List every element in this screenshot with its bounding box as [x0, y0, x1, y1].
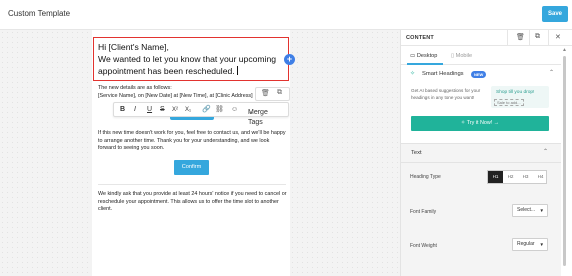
tab-desktop[interactable]: ▭ Desktop [410, 53, 437, 59]
selected-text-block[interactable]: Hi [Client's Name], We wanted to let you… [93, 37, 289, 81]
hidden-button-edge [170, 117, 214, 120]
caret-down-icon: ▼ [539, 208, 544, 213]
section-divider [401, 162, 561, 163]
top-header: Custom Template Save [0, 0, 572, 30]
trash-icon[interactable]: 🗑 [516, 33, 525, 41]
heading-type-selector: H1 H2 H3 H4 [487, 170, 547, 184]
block-actions: 🗑 ⧉ [255, 87, 290, 101]
format-toolbar: B I U S X² X₁ 🔗 ⛓ ☺ Merge Tags ⌄ [113, 102, 289, 126]
details-values: [Service Name], on [New Date] at [New Ti… [98, 92, 253, 99]
heading-type-label: Heading Type [410, 174, 441, 180]
chevron-up-icon[interactable]: ⌃ [543, 148, 548, 155]
heading-h3-option[interactable]: H3 [518, 171, 533, 183]
font-family-label: Font Family [410, 209, 437, 215]
unlink-icon[interactable]: ⛓ [215, 105, 224, 115]
body-paragraph[interactable]: If this new time doesn't work for you, f… [98, 130, 288, 153]
illustration-subtext: Sale to add... [494, 99, 524, 106]
superscript-button[interactable]: X² [172, 105, 178, 115]
duplicate-icon[interactable]: ⧉ [535, 33, 540, 41]
font-weight-value: Regular [517, 241, 535, 247]
font-family-select[interactable]: Select... ▼ [512, 204, 548, 217]
new-badge: NEW [471, 71, 487, 78]
details-block[interactable]: The new details are as follows: [Service… [98, 85, 258, 100]
notice-paragraph[interactable]: We kindly ask that you provide at least … [98, 191, 288, 214]
delete-icon[interactable]: 🗑 [261, 89, 270, 97]
tab-mobile-label: Mobile [455, 53, 473, 59]
smart-headings-title: Smart Headings [422, 71, 464, 77]
panel-title: CONTENT [406, 35, 434, 41]
details-intro: The new details are as follows: [98, 85, 172, 91]
font-family-value: Select... [517, 207, 536, 213]
close-icon[interactable]: ✕ [555, 33, 561, 41]
text-cursor [236, 66, 238, 75]
try-it-now-button[interactable]: ✧ Try it Now! → [411, 116, 549, 131]
chevron-down-icon: ⌄ [248, 109, 254, 116]
scroll-thumb[interactable] [563, 56, 566, 266]
scroll-up-icon[interactable]: ▲ [562, 47, 567, 53]
text-section-title: Text [411, 150, 422, 156]
font-weight-select[interactable]: Regular ▼ [512, 238, 548, 251]
bold-button[interactable]: B [120, 105, 125, 115]
monitor-icon: ▭ [410, 53, 416, 59]
chevron-up-icon[interactable]: ⌃ [549, 69, 554, 76]
active-tab-indicator [407, 63, 443, 65]
smart-headings-description: Get AI based suggestions for your headin… [411, 88, 481, 100]
duplicate-icon[interactable]: ⧉ [277, 89, 282, 97]
smart-headings-illustration: Shop till you drop! Sale to add... [491, 86, 549, 108]
tab-desktop-label: Desktop [416, 53, 438, 59]
underline-button[interactable]: U [147, 105, 152, 115]
heading-h1-option[interactable]: H1 [488, 171, 503, 183]
header-divider [507, 30, 508, 46]
heading-h4-option[interactable]: H4 [533, 171, 548, 183]
smart-headings-header[interactable]: ✧ Smart Headings NEW ⌃ [406, 68, 556, 82]
try-it-now-label: Try it Now! [466, 120, 493, 126]
header-divider [548, 30, 549, 46]
panel-header: CONTENT 🗑 ⧉ ✕ [401, 30, 572, 46]
greeting-message-text[interactable]: We wanted to let you know that your upco… [98, 54, 276, 76]
font-weight-label: Font Weight [410, 243, 437, 249]
header-divider [529, 30, 530, 46]
italic-button[interactable]: I [134, 105, 136, 115]
heading-h2-option[interactable]: H2 [503, 171, 518, 183]
emoji-icon[interactable]: ☺ [231, 105, 238, 115]
phone-icon: ▯ [451, 53, 455, 59]
tab-mobile[interactable]: ▯ Mobile [451, 53, 472, 59]
ai-sparkle-icon: ✧ [460, 120, 466, 126]
link-icon[interactable]: 🔗 [202, 105, 211, 115]
confirm-button[interactable]: Confirm [174, 160, 209, 175]
panel-scrollbar[interactable]: ▲ [561, 46, 567, 276]
greeting-message[interactable]: We wanted to let you know that your upco… [98, 53, 284, 77]
ai-sparkle-icon: ✧ [410, 71, 416, 77]
subscript-button[interactable]: X₁ [185, 105, 191, 115]
strikethrough-button[interactable]: S [160, 105, 165, 115]
greeting-line[interactable]: Hi [Client's Name], [98, 41, 284, 53]
caret-down-icon: ▼ [539, 242, 544, 247]
arrow-right-icon: → [493, 120, 500, 126]
save-button[interactable]: Save [542, 6, 568, 22]
illustration-title: Shop till you drop! [496, 90, 535, 95]
add-block-button[interactable]: + [284, 54, 295, 65]
content-divider [98, 184, 286, 185]
page-title: Custom Template [8, 9, 71, 18]
